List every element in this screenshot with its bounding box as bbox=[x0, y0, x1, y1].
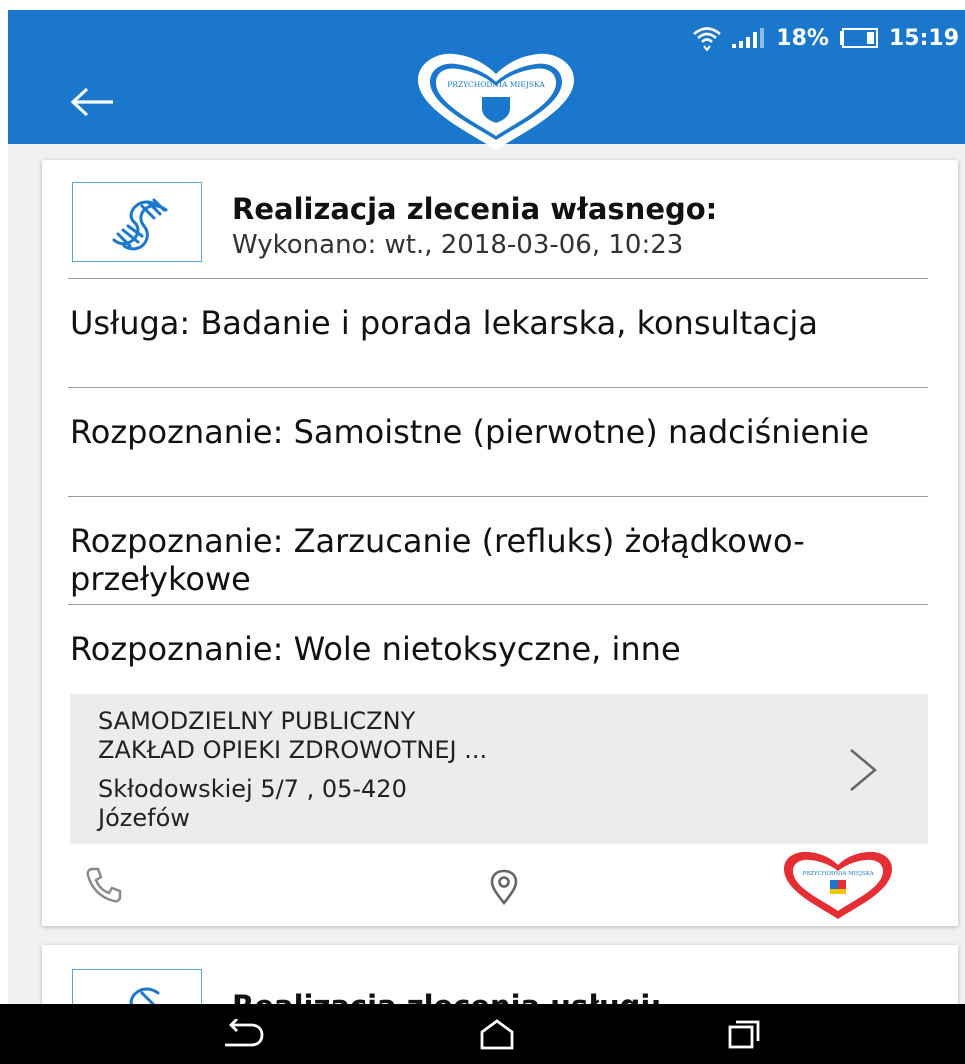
divider bbox=[68, 387, 928, 388]
battery-percent: 18% bbox=[776, 25, 829, 51]
nav-home-button[interactable] bbox=[457, 1004, 537, 1064]
clinic-logo: PRZYCHODNIA MIEJSKA bbox=[418, 53, 574, 150]
clinic-logo-icon[interactable]: PRZYCHODNIA MIEJSKA bbox=[777, 850, 899, 922]
card-header: Realizacja zlecenia własnego: Wykonano: … bbox=[42, 160, 958, 280]
divider bbox=[68, 496, 928, 497]
battery-icon bbox=[839, 28, 879, 48]
home-icon bbox=[480, 1019, 514, 1050]
facility-row[interactable]: SAMODZIELNY PUBLICZNY ZAKŁAD OPIEKI ZDRO… bbox=[70, 694, 928, 844]
card-subtitle: Wykonano: wt., 2018-03-06, 10:23 bbox=[232, 230, 684, 260]
facility-name-cont: ZAKŁAD OPIEKI ZDROWOTNEJ ... bbox=[98, 736, 488, 764]
phone-icon[interactable] bbox=[78, 860, 130, 910]
back-icon bbox=[225, 1019, 264, 1047]
card-title: Realizacja zlecenia własnego: bbox=[232, 192, 718, 226]
logo-text: PRZYCHODNIA MIEJSKA bbox=[447, 80, 545, 89]
back-button[interactable] bbox=[64, 74, 120, 130]
diagnosis-entry: Rozpoznanie: Wole nietoksyczne, inne bbox=[70, 630, 681, 668]
facility-address: Skłodowskiej 5/7 , 05-420 bbox=[98, 775, 407, 803]
nav-recents-button[interactable] bbox=[704, 1004, 784, 1064]
nav-back-button[interactable] bbox=[203, 1004, 283, 1064]
facility-city: Józefów bbox=[98, 804, 190, 832]
svg-text:PRZYCHODNIA MIEJSKA: PRZYCHODNIA MIEJSKA bbox=[802, 871, 875, 877]
diagnosis-entry: Rozpoznanie: Zarzucanie (refluks) żołądk… bbox=[70, 522, 805, 598]
arrow-left-icon bbox=[70, 87, 113, 117]
chevron-right-icon bbox=[850, 749, 877, 791]
wifi-icon bbox=[692, 25, 722, 51]
facility-name: SAMODZIELNY PUBLICZNY bbox=[98, 707, 416, 735]
location-pin-icon[interactable] bbox=[482, 865, 526, 909]
divider bbox=[68, 604, 928, 605]
signal-icon bbox=[732, 27, 766, 49]
system-nav-bar bbox=[0, 1004, 965, 1064]
visit-card: Realizacja zlecenia własnego: Wykonano: … bbox=[42, 160, 958, 926]
recents-icon bbox=[728, 1020, 760, 1049]
dna-icon bbox=[72, 182, 202, 262]
diagnosis-entry: Rozpoznanie: Samoistne (pierwotne) nadci… bbox=[70, 413, 870, 451]
app-bar: 18% 15:19 PRZYCHODNIA MIEJSKA bbox=[8, 10, 965, 150]
divider bbox=[68, 278, 928, 279]
status-bar: 18% 15:19 bbox=[692, 20, 959, 56]
service-entry: Usługa: Badanie i porada lekarska, konsu… bbox=[70, 304, 818, 342]
app-screen: 18% 15:19 PRZYCHODNIA MIEJSKA Realizacja… bbox=[8, 10, 965, 1064]
status-time: 15:19 bbox=[888, 25, 959, 51]
